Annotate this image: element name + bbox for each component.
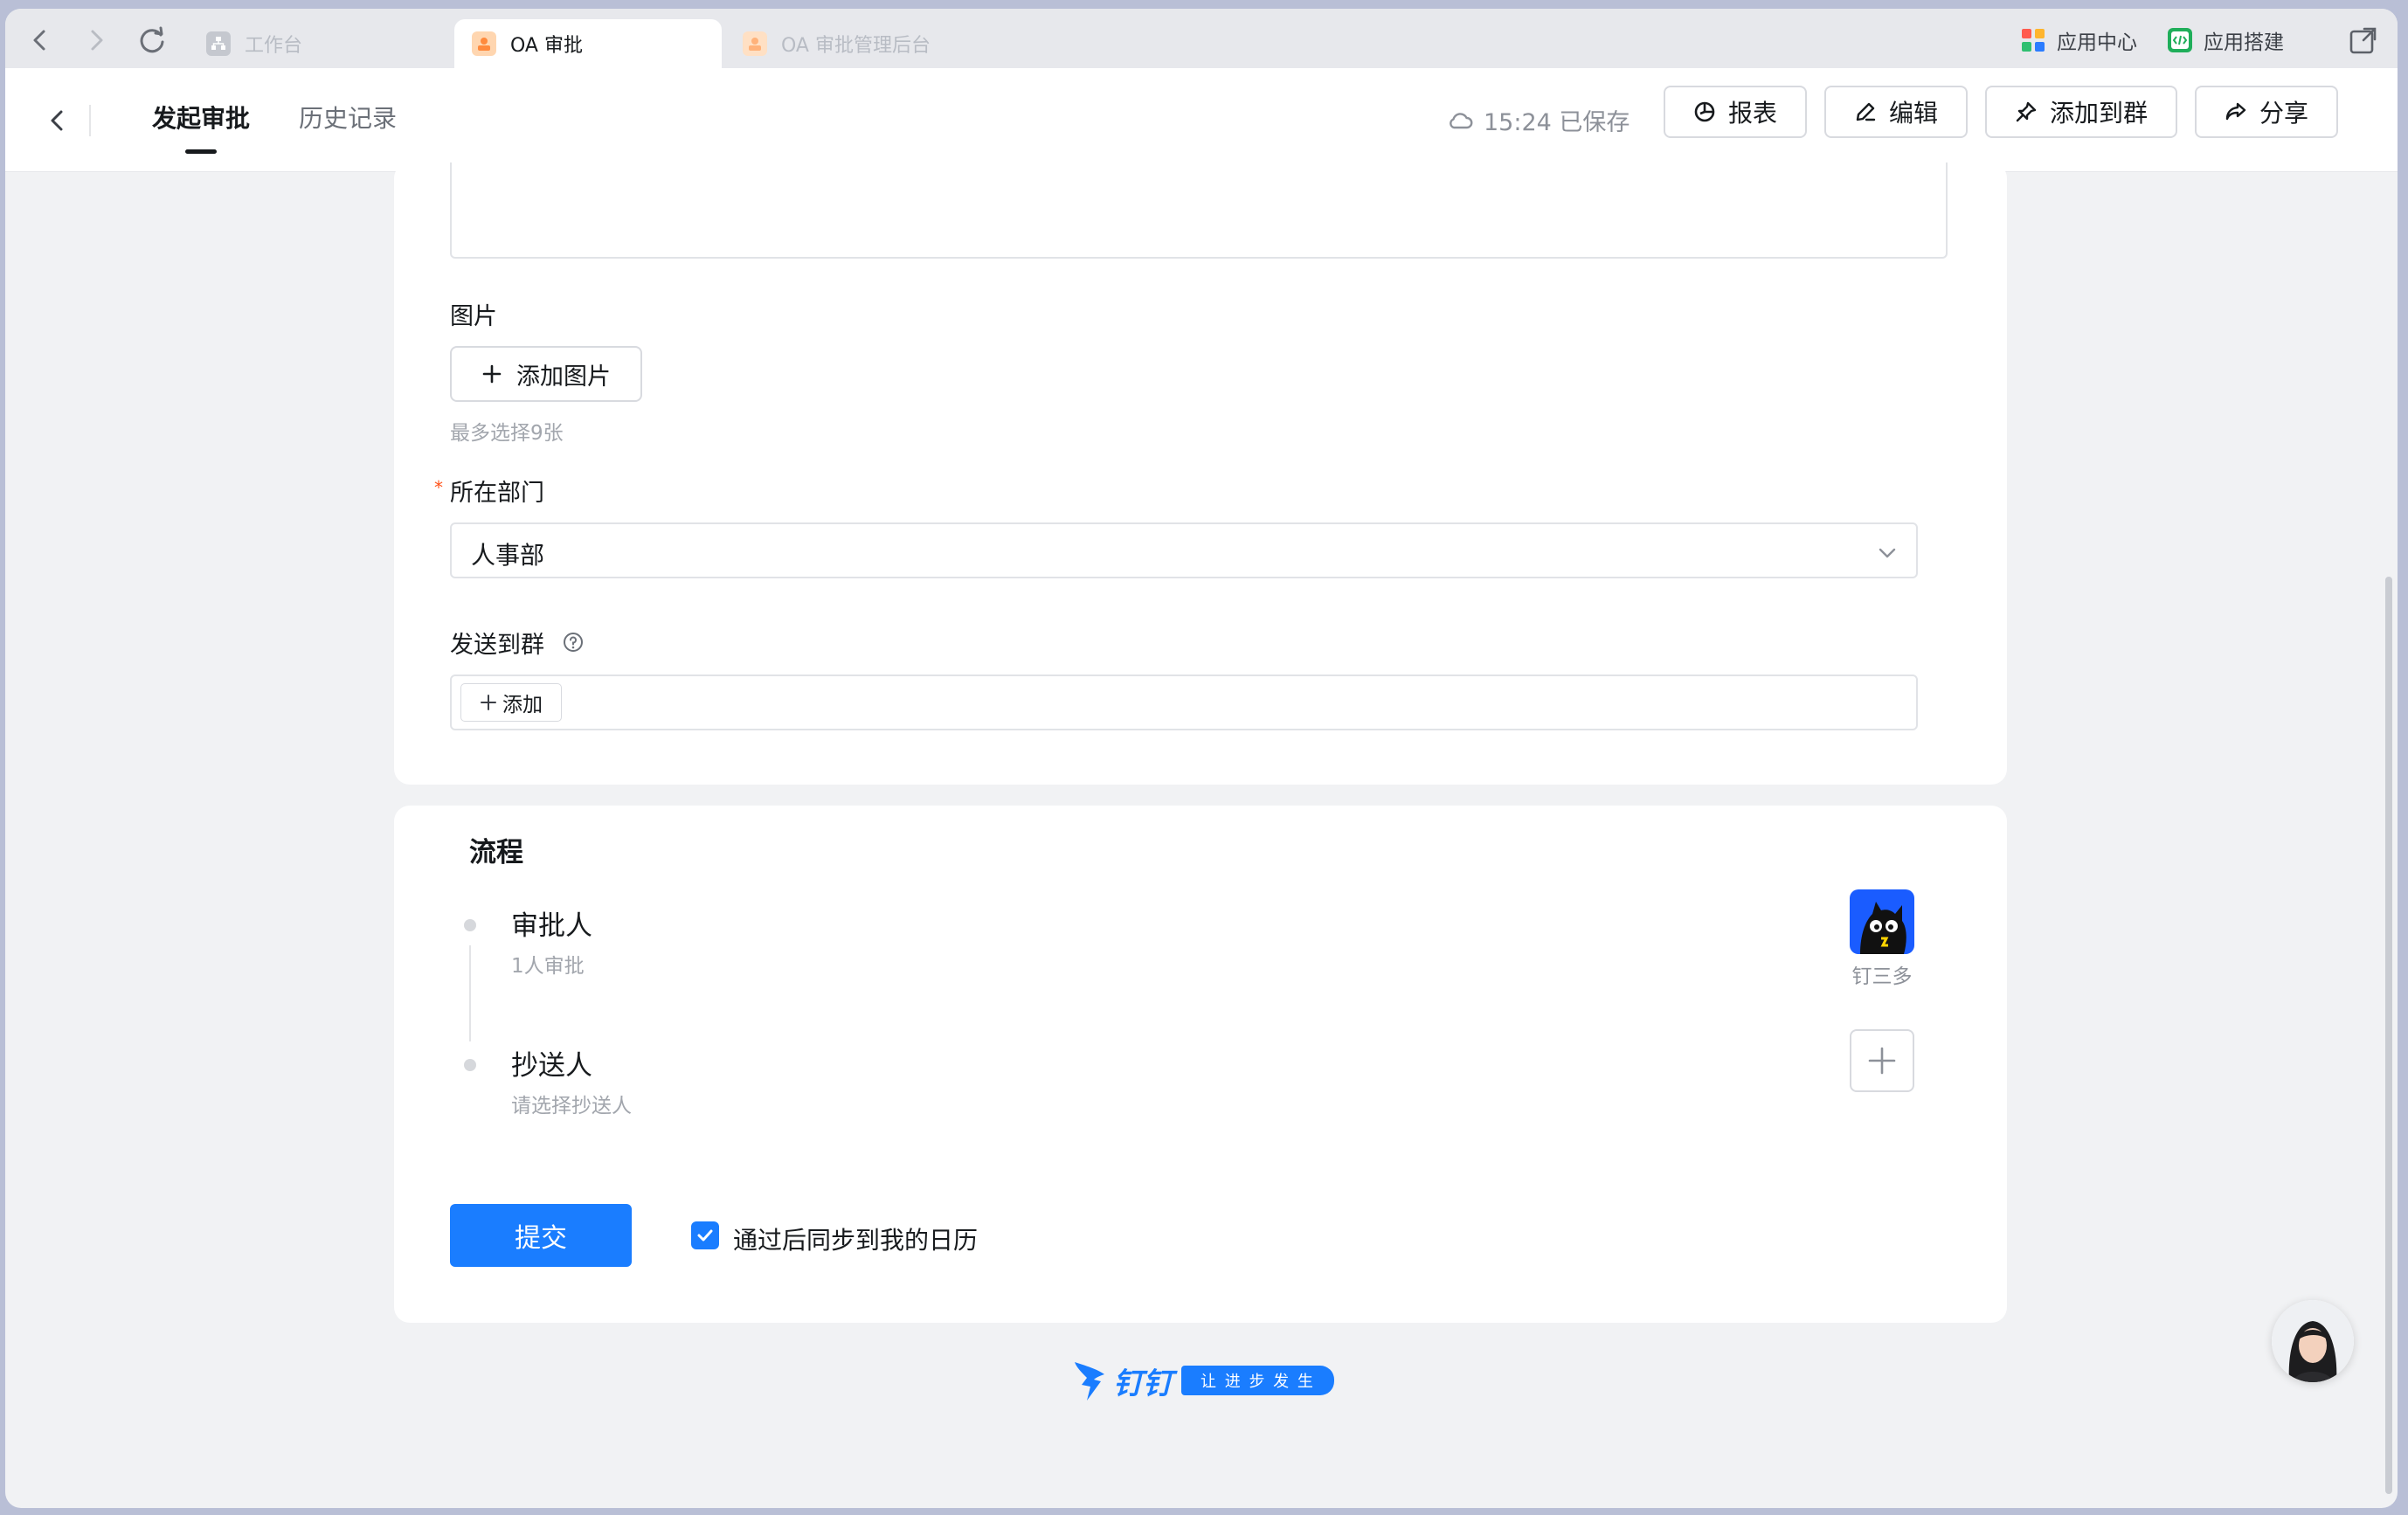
header-divider bbox=[89, 105, 91, 136]
chevron-down-icon bbox=[1879, 548, 1896, 558]
sync-calendar-label: 通过后同步到我的日历 bbox=[733, 1226, 979, 1255]
assistant-avatar[interactable] bbox=[2272, 1300, 2354, 1382]
approver-title: 审批人 bbox=[511, 910, 592, 942]
pencil-icon bbox=[1856, 102, 1876, 121]
report-label: 报表 bbox=[1727, 99, 1777, 128]
app-grid-icon bbox=[2022, 29, 2045, 52]
refresh-icon bbox=[140, 26, 164, 53]
sync-calendar-checkbox[interactable] bbox=[691, 1221, 719, 1249]
textarea-field[interactable] bbox=[450, 163, 1948, 259]
image-hint: 最多选择9张 bbox=[450, 422, 564, 445]
pin-icon bbox=[2016, 101, 2037, 122]
share-icon bbox=[2225, 102, 2246, 121]
browser-refresh-button[interactable] bbox=[133, 21, 171, 59]
browser-forward-button[interactable] bbox=[77, 21, 115, 59]
tab-oa-approval[interactable]: OA 审批 bbox=[454, 19, 722, 68]
plus-icon bbox=[1868, 1047, 1896, 1075]
cc-title: 抄送人 bbox=[511, 1050, 592, 1082]
app-center-button[interactable]: 应用中心 bbox=[2020, 24, 2137, 56]
tab-initiate-approval[interactable]: 发起审批 bbox=[152, 100, 250, 154]
cloud-icon bbox=[1450, 112, 1473, 128]
approver-subtitle: 1人审批 bbox=[511, 955, 585, 978]
send-group-label: 发送到群 bbox=[450, 632, 544, 659]
required-mark: * bbox=[434, 477, 443, 498]
flow-connector bbox=[469, 945, 471, 1041]
tab-label: OA 审批 bbox=[510, 35, 583, 57]
report-button[interactable]: 报表 bbox=[1664, 86, 1807, 138]
external-window-icon bbox=[2349, 27, 2377, 54]
browser-tab-bar: 工作台 OA 审批 OA 审批管理后台 应用中心 应用搭建 bbox=[5, 9, 2398, 68]
cc-node-dot bbox=[464, 1059, 476, 1071]
chevron-right-icon bbox=[91, 30, 103, 51]
dingtalk-brand: 钉钉 让 进 步 发 生 bbox=[1073, 1354, 1334, 1407]
add-to-group-button[interactable]: 添加到群 bbox=[1985, 86, 2177, 138]
add-cc-button[interactable] bbox=[1850, 1029, 1914, 1092]
add-image-button[interactable]: 添加图片 bbox=[450, 346, 642, 402]
department-value: 人事部 bbox=[471, 541, 545, 570]
pie-chart-icon bbox=[1694, 101, 1715, 122]
save-status-text: 15:24 已保存 bbox=[1484, 109, 1630, 136]
image-label: 图片 bbox=[450, 303, 497, 330]
oa-admin-icon bbox=[743, 31, 767, 56]
submit-button[interactable]: 提交 bbox=[450, 1204, 632, 1267]
add-group-button[interactable]: 添加 bbox=[460, 683, 562, 722]
brand-slogan: 让 进 步 发 生 bbox=[1181, 1366, 1334, 1395]
plus-icon bbox=[482, 364, 502, 384]
app-header: 发起审批 历史记录 15:24 已保存 报表 编辑 添加到群 分享 bbox=[5, 68, 2398, 172]
code-builder-icon bbox=[2168, 28, 2192, 52]
tab-workbench[interactable]: 工作台 bbox=[189, 19, 451, 68]
send-group-field: 添加 bbox=[450, 674, 1918, 730]
flow-title: 流程 bbox=[469, 837, 523, 868]
back-button[interactable] bbox=[37, 100, 79, 142]
add-image-label: 添加图片 bbox=[516, 363, 611, 391]
save-status: 15:24 已保存 bbox=[1447, 103, 1630, 137]
checkmark-icon bbox=[697, 1229, 713, 1242]
cc-subtitle: 请选择抄送人 bbox=[511, 1095, 632, 1117]
workbench-icon bbox=[206, 31, 231, 56]
plus-icon bbox=[481, 695, 496, 710]
app-builder-button[interactable]: 应用搭建 bbox=[2167, 24, 2284, 56]
add-group-label: 添加 bbox=[502, 694, 543, 716]
share-button[interactable]: 分享 bbox=[2195, 86, 2338, 138]
person-avatar-icon bbox=[2272, 1300, 2354, 1382]
help-circle-icon[interactable] bbox=[562, 631, 585, 654]
edit-label: 编辑 bbox=[1888, 99, 1938, 128]
department-select[interactable]: 人事部 bbox=[450, 522, 1918, 578]
department-label: 所在部门 bbox=[450, 480, 544, 507]
brand-name: 钉钉 bbox=[1113, 1366, 1173, 1401]
dingtalk-logo-icon bbox=[1075, 1362, 1104, 1401]
browser-back-button[interactable] bbox=[21, 21, 59, 59]
approver-avatar[interactable] bbox=[1850, 889, 1914, 954]
browser-window: 工作台 OA 审批 OA 审批管理后台 应用中心 应用搭建 发起审批 历史记录 … bbox=[5, 9, 2398, 1508]
page-scrollbar[interactable] bbox=[2385, 577, 2392, 1494]
tab-label: OA 审批管理后台 bbox=[781, 35, 931, 57]
add-to-group-label: 添加到群 bbox=[2049, 99, 2148, 128]
oa-approval-icon bbox=[472, 31, 496, 56]
chevron-left-icon bbox=[51, 110, 63, 131]
flow-card: 流程 审批人 1人审批 钉三多 抄送人 请选择抄送人 提交 通过后同步到我的日历 bbox=[394, 806, 2007, 1323]
approver-name: 钉三多 bbox=[1851, 965, 1913, 988]
tab-history[interactable]: 历史记录 bbox=[299, 100, 397, 135]
tab-oa-admin[interactable]: OA 审批管理后台 bbox=[725, 19, 1022, 68]
black-cat-mascot-icon bbox=[1860, 902, 1906, 954]
share-label: 分享 bbox=[2259, 99, 2308, 128]
open-external-button[interactable] bbox=[2349, 24, 2378, 56]
form-card: 图片 添加图片 最多选择9张 * 所在部门 人事部 发送到群 添加 bbox=[394, 163, 2007, 785]
app-builder-label: 应用搭建 bbox=[2204, 31, 2284, 54]
tab-label: 工作台 bbox=[245, 35, 303, 57]
chevron-left-icon bbox=[33, 30, 45, 51]
app-center-label: 应用中心 bbox=[2057, 31, 2137, 54]
approver-node-dot bbox=[464, 919, 476, 931]
edit-button[interactable]: 编辑 bbox=[1824, 86, 1968, 138]
